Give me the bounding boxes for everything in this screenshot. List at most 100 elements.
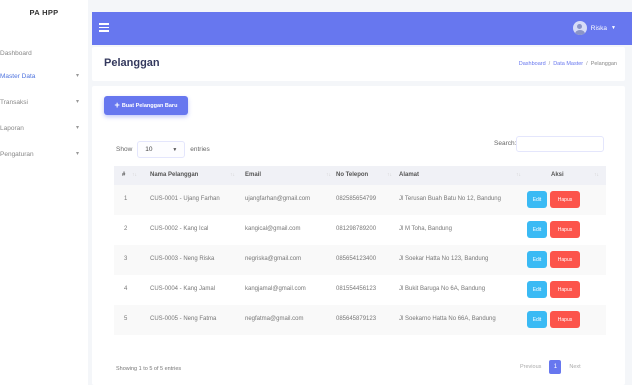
breadcrumb-dashboard[interactable]: Dashboard (519, 61, 546, 67)
chevron-down-icon: ▾ (75, 125, 79, 131)
cell-phone: 081298789200 (336, 226, 377, 232)
hamburger-menu-icon[interactable] (99, 21, 109, 35)
cell-number: 2 (124, 226, 128, 232)
table-row: 4 CUS-0004 - Kang Jamal kangjamal@gmail.… (114, 275, 606, 305)
column-header-phone[interactable]: No Telepon (336, 172, 368, 178)
show-label: Show (116, 146, 133, 153)
cell-name: CUS-0005 - Neng Fatma (150, 316, 217, 322)
sidebar-item-transaksi[interactable]: Transaksi ▾ (0, 96, 88, 110)
brand-logo[interactable]: PA HPP (0, 0, 88, 26)
delete-button[interactable]: Hapus (550, 311, 580, 328)
cell-number: 1 (124, 196, 128, 202)
column-header-number[interactable]: # (122, 172, 125, 178)
breadcrumb-separator: / (548, 61, 551, 67)
cell-address: Jl M Toha, Bandung (399, 226, 452, 232)
edit-button[interactable]: Edit (527, 251, 547, 268)
column-header-name[interactable]: Nama Pelanggan (150, 172, 198, 178)
page-title: Pelanggan (104, 57, 160, 69)
top-navbar: Riska ▼ (92, 12, 632, 45)
cell-phone: 081554456123 (336, 286, 377, 292)
column-header-address[interactable]: Alamat (399, 172, 419, 178)
sidebar-item-label: Pengaturan (0, 151, 34, 158)
cell-name: CUS-0004 - Kang Jamal (150, 286, 216, 292)
cell-phone: 082585654799 (336, 196, 377, 202)
breadcrumb-separator: / (586, 61, 588, 67)
cell-name: CUS-0001 - Ujang Farhan (150, 196, 220, 202)
cell-email: negfatma@gmail.com (245, 316, 304, 322)
pagination-previous[interactable]: Previous (520, 364, 541, 370)
sidebar-item-label: Master Data (0, 73, 36, 80)
edit-button[interactable]: Edit (527, 191, 547, 208)
cell-address: Jl Soekarno Hatta No 66A, Bandung (399, 316, 496, 322)
cell-email: negriska@gmail.com (245, 256, 302, 262)
new-customer-button[interactable]: + Buat Pelanggan Baru (104, 96, 188, 115)
delete-button[interactable]: Hapus (550, 221, 580, 238)
delete-button[interactable]: Hapus (550, 251, 580, 268)
chevron-down-icon: ▼ (172, 146, 178, 153)
pagination: Previous 1 Next (520, 359, 581, 375)
chevron-down-icon: ▾ (75, 151, 79, 157)
entries-value: 10 (145, 146, 153, 153)
table-row: 2 CUS-0002 - Kang Ical kangical@gmail.co… (114, 215, 606, 245)
sidebar-item-label: Laporan (0, 125, 24, 132)
cell-phone: 085645879123 (336, 316, 377, 322)
table-row: 1 CUS-0001 - Ujang Farhan ujangfarhan@gm… (114, 185, 606, 215)
sort-icon: ↑↓ (387, 172, 392, 178)
cell-email: ujangfarhan@gmail.com (245, 196, 311, 202)
avatar (572, 21, 587, 35)
search-label: Search: (494, 140, 517, 147)
chevron-down-icon: ▾ (75, 99, 79, 105)
user-name: Riska (590, 24, 608, 32)
delete-button[interactable]: Hapus (550, 191, 580, 208)
entries-control: Show 10 ▼ entries (116, 141, 210, 158)
customer-card: + Buat Pelanggan Baru Show 10 ▼ entries … (92, 86, 625, 385)
sidebar-item-master-data[interactable]: Master Data ▾ (0, 70, 88, 84)
cell-number: 3 (124, 256, 128, 262)
cell-email: kangjamal@gmail.com (245, 286, 306, 292)
search-input[interactable] (516, 136, 604, 152)
table-header: # ↑↓ Nama Pelanggan ↑↓ Email ↑↓ No Telep… (114, 166, 606, 185)
pagination-page-1[interactable]: 1 (549, 360, 562, 374)
cell-address: Jl Soekar Hatta No 123, Bandung (399, 256, 489, 262)
caret-down-icon: ▼ (611, 25, 616, 31)
delete-button[interactable]: Hapus (550, 281, 580, 298)
customer-table: # ↑↓ Nama Pelanggan ↑↓ Email ↑↓ No Telep… (114, 166, 606, 335)
cell-number: 5 (124, 316, 128, 322)
new-customer-label: Buat Pelanggan Baru (121, 102, 178, 109)
cell-address: Jl Terusan Buah Batu No 12, Bandung (399, 196, 501, 202)
table-info: Showing 1 to 5 of 5 entries (116, 366, 182, 372)
table-row: 5 CUS-0005 - Neng Fatma negfatma@gmail.c… (114, 305, 606, 335)
sidebar-item-dashboard[interactable]: Dashboard (0, 47, 88, 61)
edit-button[interactable]: Edit (527, 221, 547, 238)
entries-select[interactable]: 10 ▼ (137, 141, 186, 158)
table-row: 3 CUS-0003 - Neng Riska negriska@gmail.c… (114, 245, 606, 275)
cell-address: Jl Bukit Baruga No 6A, Bandung (399, 286, 486, 292)
breadcrumb-data-master[interactable]: Data Master (553, 61, 583, 67)
sort-icon: ↑↓ (132, 172, 137, 178)
pagination-next[interactable]: Next (569, 364, 580, 370)
sort-icon: ↑↓ (594, 172, 599, 178)
sort-icon: ↑↓ (230, 172, 235, 178)
plus-icon: + (114, 100, 120, 110)
breadcrumb: Dashboard / Data Master / Pelanggan (519, 61, 617, 67)
sidebar-item-label: Transaksi (0, 99, 28, 106)
cell-phone: 085654123400 (336, 256, 377, 262)
column-header-email[interactable]: Email (245, 172, 261, 178)
cell-name: CUS-0003 - Neng Riska (150, 256, 215, 262)
sort-icon: ↑↓ (516, 172, 521, 178)
user-dropdown[interactable]: Riska ▼ (572, 20, 616, 36)
cell-number: 4 (124, 286, 128, 292)
cell-email: kangical@gmail.com (245, 226, 301, 232)
entries-label: entries (190, 146, 210, 153)
page-header: Pelanggan Dashboard / Data Master / Pelangga… (92, 47, 625, 81)
breadcrumb-current: Pelanggan (590, 61, 617, 67)
sort-icon: ↑↓ (326, 172, 331, 178)
column-header-action[interactable]: Aksi (551, 172, 564, 178)
sidebar-item-laporan[interactable]: Laporan ▾ (0, 122, 88, 136)
sidebar-item-pengaturan[interactable]: Pengaturan ▾ (0, 148, 88, 162)
edit-button[interactable]: Edit (527, 311, 547, 328)
edit-button[interactable]: Edit (527, 281, 547, 298)
sidebar: PA HPP Dashboard Master Data ▾ Transaksi… (0, 0, 88, 385)
chevron-down-icon: ▾ (75, 73, 79, 79)
cell-name: CUS-0002 - Kang Ical (150, 226, 209, 232)
